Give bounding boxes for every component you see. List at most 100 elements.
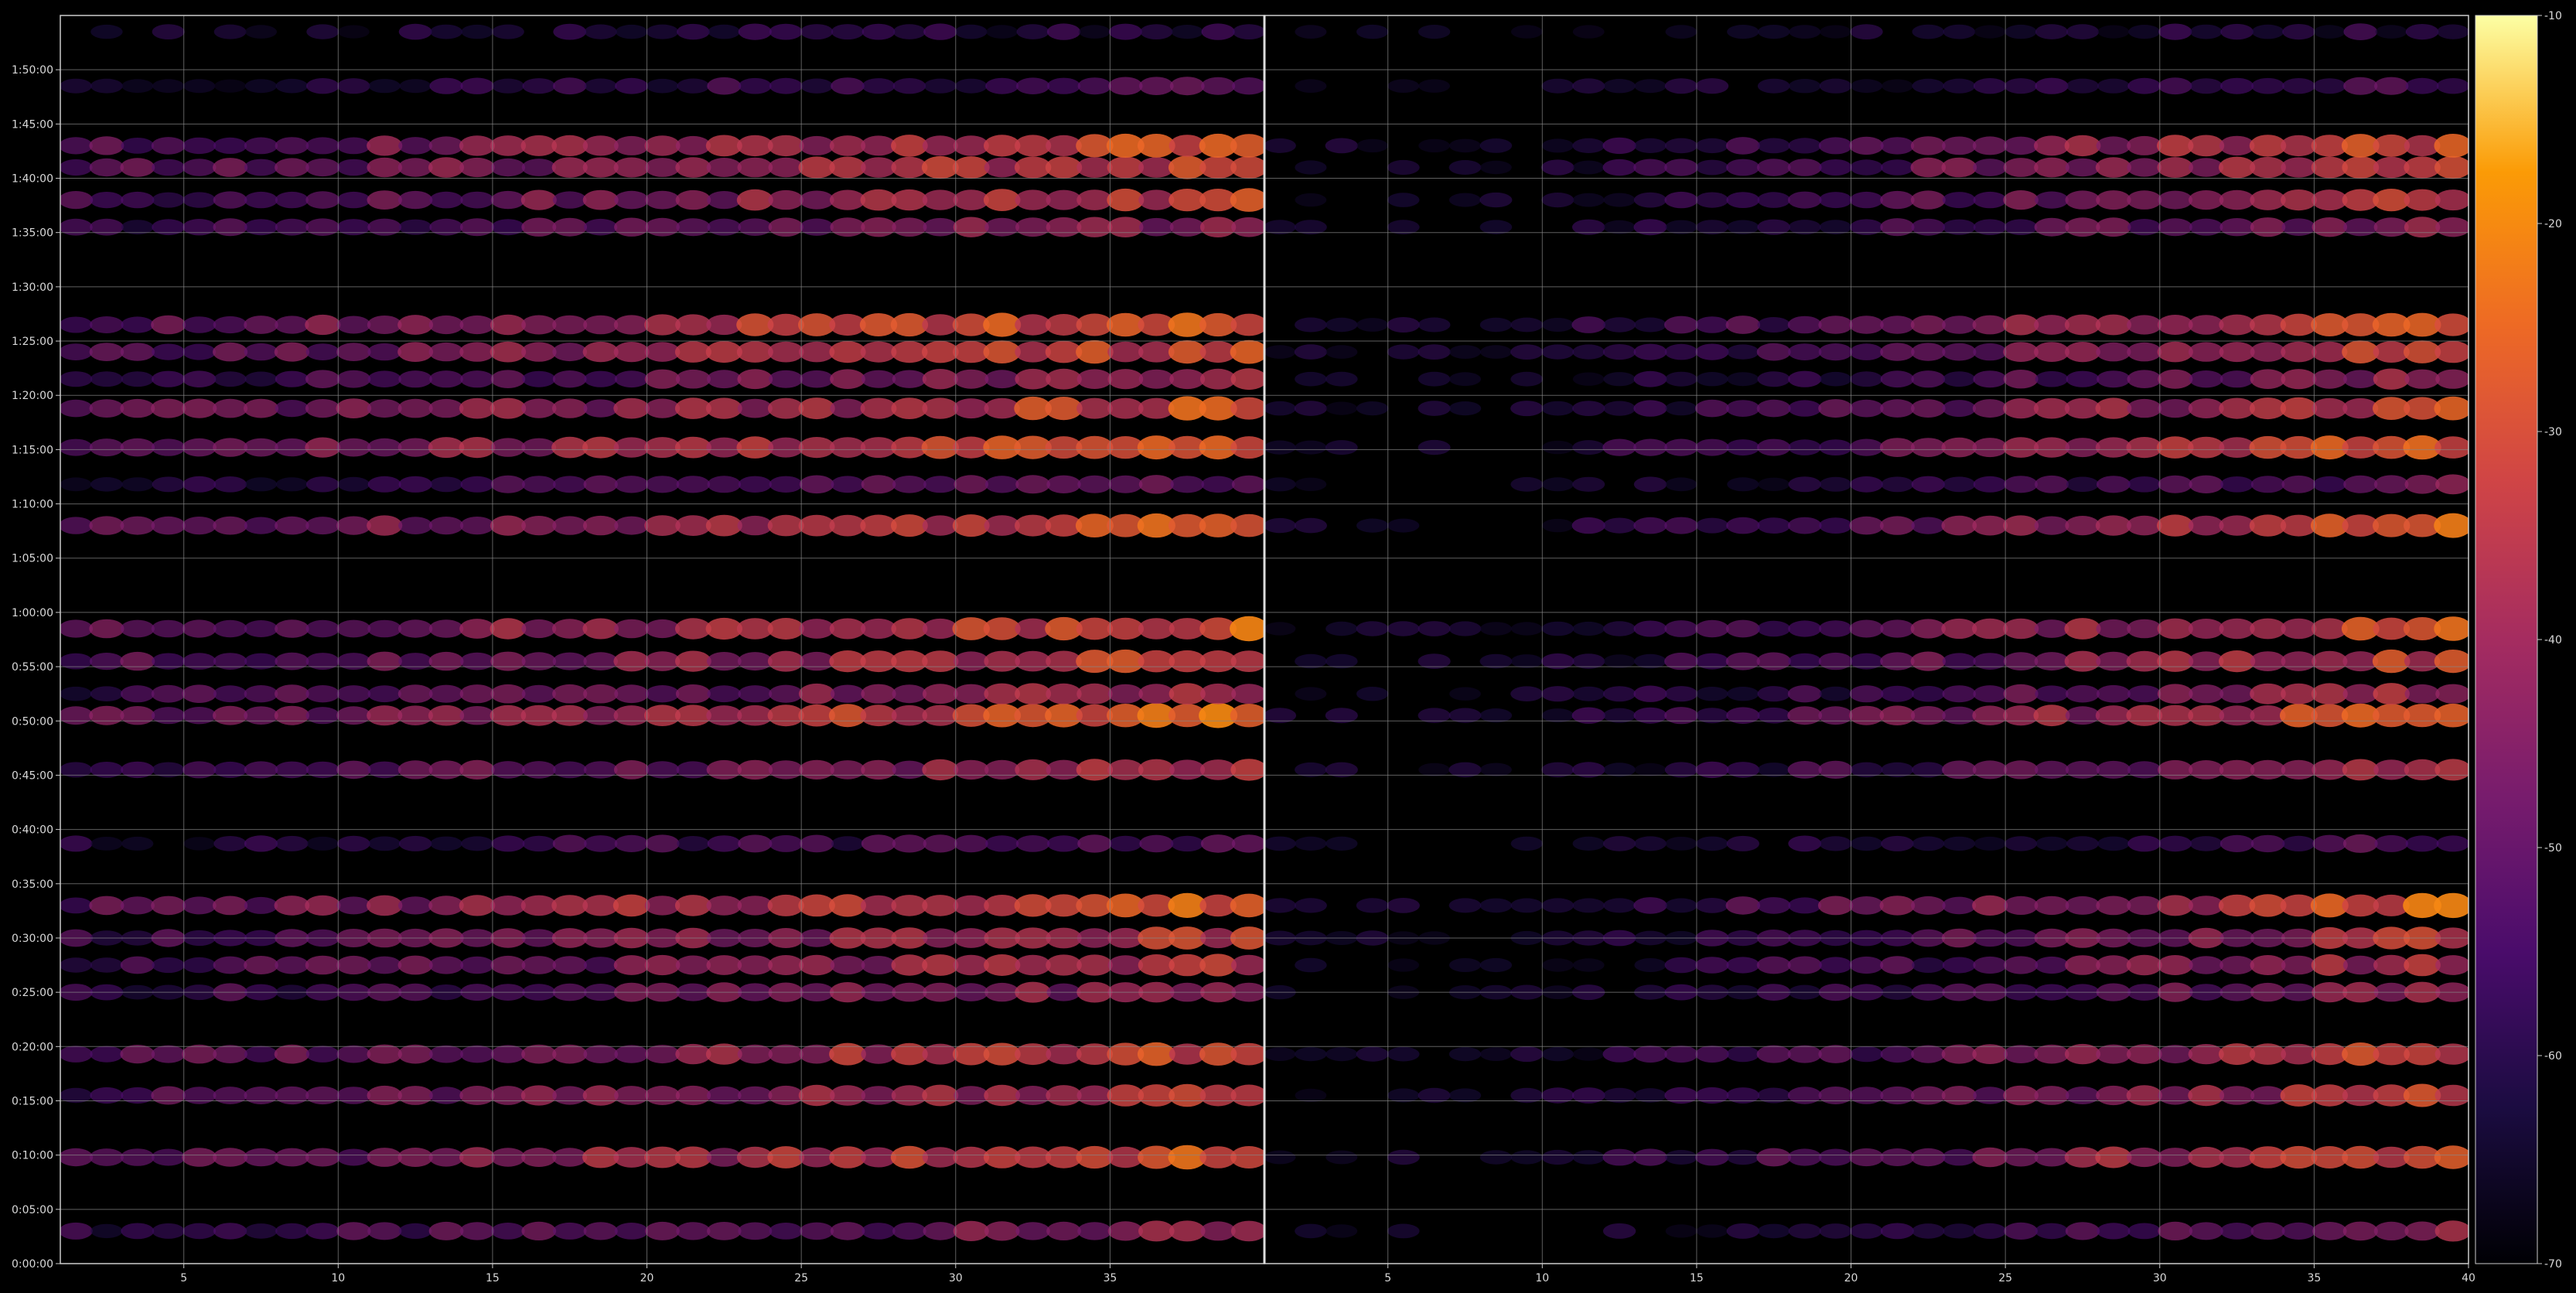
heat-cell <box>768 760 804 780</box>
heat-cell <box>151 619 186 638</box>
heat-cell <box>398 517 433 534</box>
heat-cell <box>1015 835 1050 852</box>
heat-cell <box>336 955 371 975</box>
heat-cell <box>1880 1223 1914 1240</box>
heat-cell <box>1387 79 1420 93</box>
heat-cell <box>1972 1044 2008 1064</box>
heat-cell <box>183 343 217 360</box>
heat-cell <box>1572 440 1605 455</box>
heat-cell <box>1541 958 1574 972</box>
heat-cell <box>2343 218 2378 237</box>
heat-cell <box>60 686 92 701</box>
heat-cell <box>1850 476 1883 493</box>
heat-cell <box>1264 1150 1296 1165</box>
heat-cell <box>799 190 834 210</box>
heat-cell <box>613 705 650 726</box>
heat-cell <box>892 78 926 94</box>
heat-cell <box>1295 79 1327 93</box>
heat-cell <box>645 190 680 210</box>
heat-cell <box>1912 1223 1945 1239</box>
heat-cell <box>1882 79 1913 93</box>
heat-cell <box>1448 1047 1482 1062</box>
heat-cell <box>151 137 186 155</box>
heat-cell <box>798 1084 835 1107</box>
heat-cell <box>861 956 896 974</box>
heat-cell <box>2282 835 2315 851</box>
heat-cell <box>799 475 834 494</box>
heat-cell <box>1664 1046 1698 1063</box>
heat-cell <box>1973 1087 2008 1104</box>
heat-cell <box>521 1044 557 1064</box>
heat-cell <box>1941 618 1977 640</box>
heat-cell <box>708 24 741 39</box>
heat-cell <box>1633 517 1667 534</box>
heat-cell <box>305 437 341 458</box>
heat-cell <box>1326 371 1358 387</box>
heat-cell <box>243 398 279 418</box>
heat-cell <box>522 78 556 94</box>
heat-cell <box>954 684 989 704</box>
heat-cell <box>922 1084 959 1107</box>
heat-cell <box>1972 515 2008 536</box>
heat-cell <box>954 834 988 853</box>
heat-cell <box>1479 138 1513 153</box>
heat-cell <box>675 1085 711 1106</box>
heat-cell <box>336 438 371 457</box>
heat-cell <box>2158 218 2192 237</box>
x-tick-label: 15 <box>1690 1272 1704 1284</box>
heat-cell <box>707 476 742 493</box>
heat-cell <box>1879 438 1915 457</box>
heat-cell <box>953 895 989 916</box>
heat-cell <box>1633 620 1667 637</box>
heat-cell <box>90 78 123 94</box>
heat-cell <box>1479 708 1513 723</box>
heat-cell <box>613 397 650 419</box>
heat-cell <box>954 1086 989 1105</box>
heat-cell <box>459 397 496 419</box>
heat-cell <box>829 1085 866 1106</box>
heat-cell <box>737 652 773 671</box>
heat-cell <box>1757 371 1790 387</box>
heat-cell <box>2064 135 2101 157</box>
heat-cell <box>551 895 589 916</box>
heat-cell <box>1912 24 1945 39</box>
heat-cell <box>2188 342 2224 362</box>
heat-cell <box>707 191 742 210</box>
heat-cell <box>398 137 433 155</box>
heat-cell <box>644 515 681 536</box>
heat-cell <box>1572 686 1605 701</box>
heat-cell <box>1787 1087 1822 1104</box>
heat-cell <box>428 956 464 974</box>
heat-cell <box>1634 836 1667 851</box>
heat-cell <box>490 896 526 916</box>
heat-cell <box>645 619 680 639</box>
heat-cell <box>520 895 557 916</box>
heat-cell <box>1572 958 1605 972</box>
heat-cell <box>428 684 464 703</box>
heat-cell <box>2342 955 2378 975</box>
heat-cell <box>428 315 464 335</box>
heat-cell <box>2003 684 2039 704</box>
heat-cell <box>922 650 959 672</box>
heat-cell <box>1972 760 2008 780</box>
heat-cell <box>892 24 926 39</box>
heat-cell <box>1479 1047 1512 1061</box>
heat-cell <box>551 619 588 639</box>
heat-cell <box>460 77 494 94</box>
heat-cell <box>244 1046 278 1063</box>
heat-cell <box>1941 515 1977 536</box>
heat-cell <box>336 516 371 535</box>
heat-cell <box>490 475 526 493</box>
heat-cell <box>2034 896 2069 916</box>
heat-cell <box>305 370 340 389</box>
heat-cell <box>1230 893 1264 918</box>
heat-cell <box>336 159 370 176</box>
heat-cell <box>1788 138 1821 154</box>
heat-cell <box>1387 317 1420 333</box>
heat-cell <box>1015 475 1050 494</box>
heat-cell <box>1479 762 1512 777</box>
heat-cell <box>2189 78 2223 94</box>
heat-cell <box>183 957 216 974</box>
heat-cell <box>1356 318 1389 332</box>
heat-cell <box>923 217 958 237</box>
